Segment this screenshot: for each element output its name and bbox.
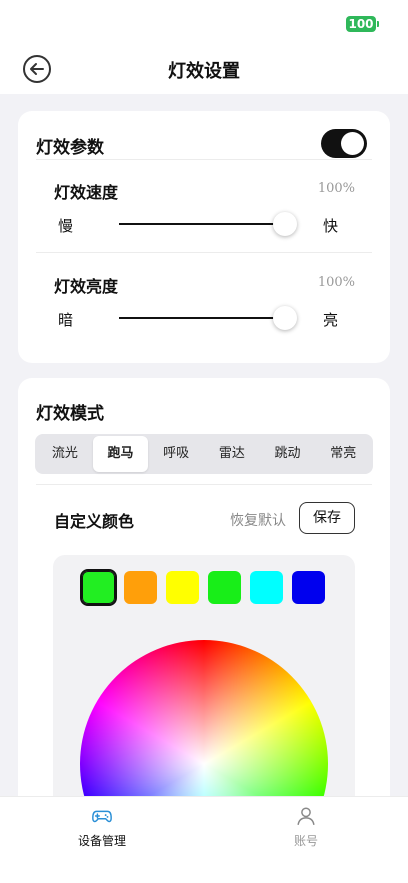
color-swatch[interactable]	[80, 569, 117, 606]
color-swatch[interactable]	[124, 571, 157, 604]
brightness-min-label: 暗	[58, 311, 74, 329]
brightness-slider[interactable]	[119, 306, 297, 330]
color-swatch[interactable]	[208, 571, 241, 604]
divider	[36, 159, 372, 160]
tab-leida[interactable]: 雷达	[204, 436, 260, 472]
light-enable-toggle[interactable]	[321, 129, 367, 158]
mode-tabs: 流光 跑马 呼吸 雷达 跳动 常亮	[35, 434, 373, 474]
speed-min-label: 慢	[58, 217, 74, 235]
divider	[36, 484, 372, 485]
tab-liuguang[interactable]: 流光	[37, 436, 93, 472]
slider-track	[119, 223, 289, 225]
top-bar: 100 灯效设置	[0, 0, 408, 94]
color-wheel[interactable]	[80, 640, 328, 818]
light-params-title: 灯效参数	[36, 138, 104, 158]
nav-device-management[interactable]: 设备管理	[42, 797, 162, 883]
color-palette	[53, 555, 355, 818]
gamepad-icon	[92, 810, 112, 823]
slider-track	[119, 317, 289, 319]
nav-account[interactable]: 账号	[246, 797, 366, 883]
speed-percent: 100%	[317, 181, 355, 196]
custom-color-label: 自定义颜色	[54, 512, 135, 531]
color-swatches	[80, 569, 325, 606]
speed-slider[interactable]	[119, 212, 297, 236]
light-params-card: 灯效参数 灯效速度 100% 慢 快 灯效亮度 100% 暗 亮	[18, 111, 390, 363]
tab-paoma[interactable]: 跑马	[92, 436, 149, 472]
color-swatch[interactable]	[250, 571, 283, 604]
slider-thumb[interactable]	[273, 306, 297, 330]
color-swatch[interactable]	[166, 571, 199, 604]
color-swatch[interactable]	[292, 571, 325, 604]
bottom-nav: 设备管理 账号	[0, 796, 408, 883]
nav-device-management-label: 设备管理	[77, 834, 126, 848]
restore-default-button[interactable]: 恢复默认	[230, 510, 286, 530]
user-icon	[297, 807, 315, 825]
brightness-max-label: 亮	[323, 311, 339, 329]
tab-tiaodong[interactable]: 跳动	[260, 436, 316, 472]
light-mode-card: 灯效模式 流光 跑马 呼吸 雷达 跳动 常亮 自定义颜色 恢复默认 保存	[18, 378, 390, 818]
light-mode-title: 灯效模式	[36, 404, 104, 424]
divider	[36, 252, 372, 253]
speed-label: 灯效速度	[54, 183, 119, 202]
tab-changliang[interactable]: 常亮	[315, 436, 371, 472]
slider-thumb[interactable]	[273, 212, 297, 236]
brightness-percent: 100%	[317, 275, 355, 290]
nav-account-label: 账号	[293, 834, 318, 848]
speed-max-label: 快	[323, 217, 339, 235]
save-button[interactable]: 保存	[299, 502, 355, 534]
tab-huxi[interactable]: 呼吸	[148, 436, 204, 472]
toggle-knob	[341, 132, 364, 155]
brightness-label: 灯效亮度	[54, 277, 119, 296]
page-title: 灯效设置	[168, 61, 240, 82]
battery-indicator: 100	[346, 16, 379, 32]
